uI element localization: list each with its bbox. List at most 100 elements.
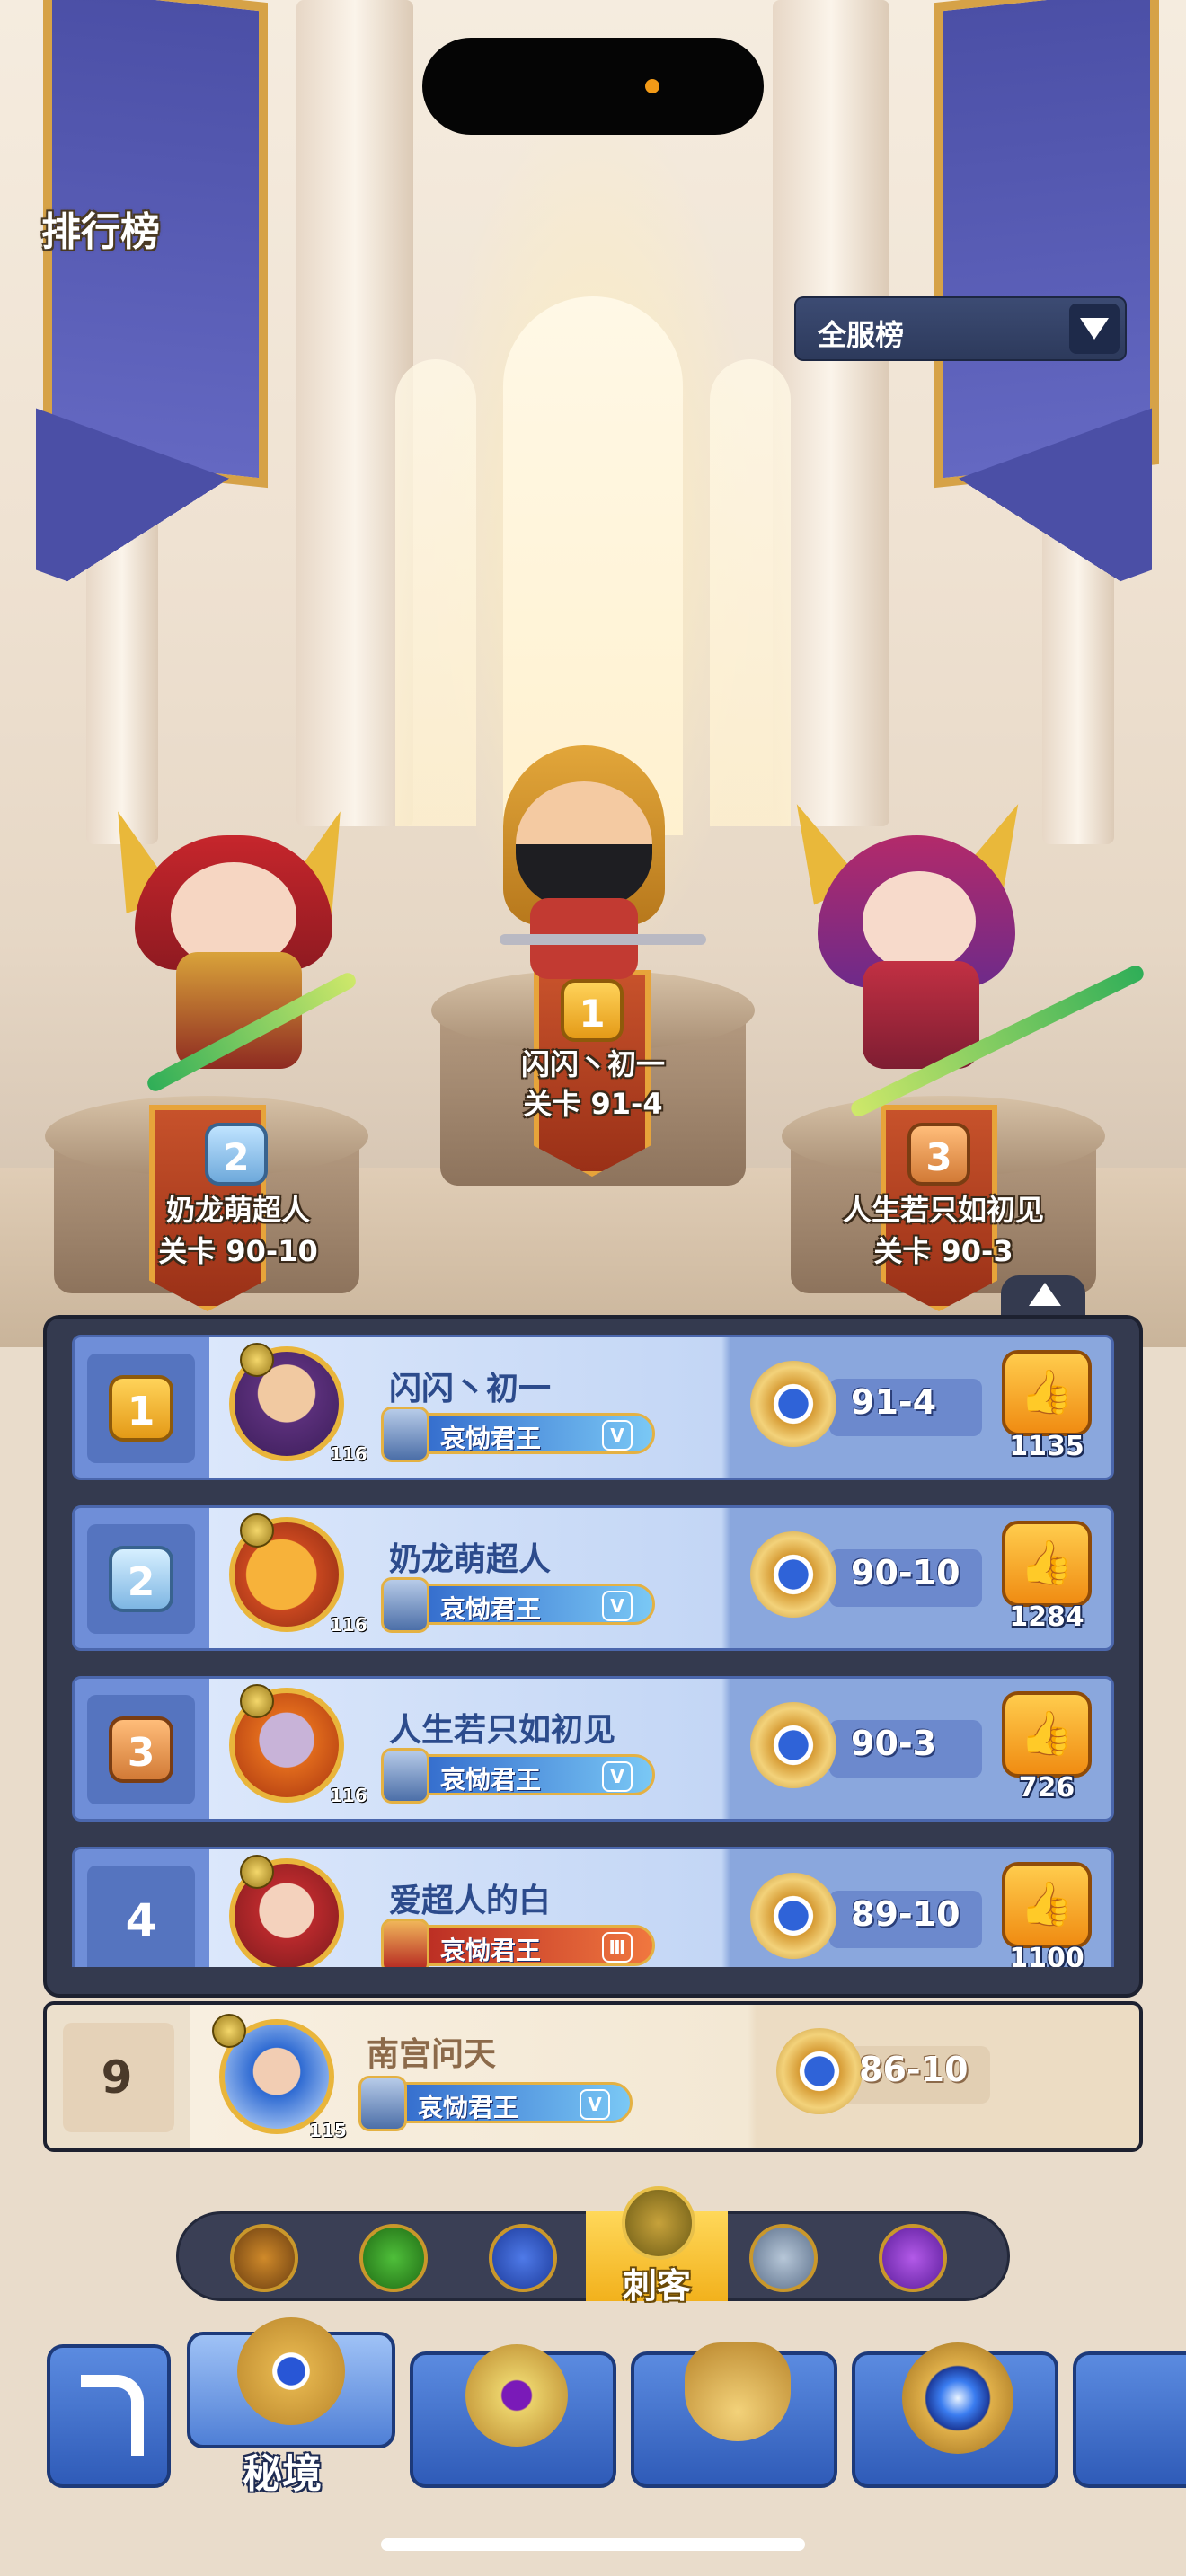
ranking-list[interactable]: 1 116 闪闪丶初一 哀恸君王 V 91-4 👍 1135 2 116 奶龙萌… xyxy=(70,1335,1118,1967)
nav-tab-secret-realm[interactable] xyxy=(187,2317,395,2448)
nav-tab-more[interactable] xyxy=(1073,2351,1186,2488)
void-eye-emblem-icon xyxy=(465,2344,568,2447)
privacy-indicator-dot xyxy=(645,79,659,93)
podium-name-2: 奶龙萌超人 xyxy=(165,1193,310,1227)
like-count: 726 xyxy=(1018,1772,1075,1804)
my-rank-row[interactable]: 9 115 南宫问天 哀恸君王 V 86-10 xyxy=(43,2001,1143,2152)
like-button[interactable]: 👍 xyxy=(1002,1862,1092,1948)
like-count: 1135 xyxy=(1009,1431,1084,1462)
player-name: 奶龙萌超人 xyxy=(389,1541,552,1578)
window-arch xyxy=(395,359,476,826)
podium-name-1: 闪闪丶初一 xyxy=(520,1047,665,1081)
return-arrow-icon xyxy=(81,2375,144,2456)
tab-summoner-spirit-icon[interactable] xyxy=(879,2224,947,2292)
tab-assassin-blade-icon[interactable] xyxy=(622,2186,695,2260)
tab-archer-bow-icon[interactable] xyxy=(359,2224,428,2292)
title-tier: V xyxy=(602,1591,633,1621)
title-plate: 哀恸君王 V xyxy=(358,2076,633,2131)
like-count: 1100 xyxy=(1009,1943,1084,1967)
title-text: 哀恸君王 xyxy=(440,1594,542,1624)
table-row[interactable]: 3 116 人生若只如初见 哀恸君王 V 90-3 👍 726 xyxy=(72,1676,1114,1822)
banner-right xyxy=(934,0,1159,489)
stage-value: 90-10 xyxy=(851,1553,960,1592)
rank-badge-silver: 2 xyxy=(109,1546,173,1612)
player-name: 南宫问天 xyxy=(367,2036,497,2073)
server-rank-dropdown[interactable]: 全服榜 xyxy=(794,296,1127,361)
stage-eye-emblem-icon xyxy=(750,1873,836,1959)
nav-tab-void-eye[interactable] xyxy=(410,2344,616,2488)
podium-stage-2: 关卡 90-10 xyxy=(158,1234,318,1268)
tab-warrior-axe-icon[interactable] xyxy=(230,2224,298,2292)
thumbs-up-icon: 👍 xyxy=(1020,1879,1074,1929)
avatar-level: 116 xyxy=(330,1443,367,1465)
title-tier: V xyxy=(602,1420,633,1451)
rank-cell: 9 xyxy=(63,2023,174,2132)
stage-eye-emblem-icon xyxy=(750,1531,836,1618)
podium-stage-3: 关卡 90-3 xyxy=(873,1234,1013,1268)
like-button[interactable]: 👍 xyxy=(1002,1691,1092,1778)
stage-value: 86-10 xyxy=(859,2050,969,2089)
rank-cell: 4 xyxy=(87,1866,195,1967)
title-tier: V xyxy=(580,2089,610,2120)
rank-cell: 2 xyxy=(87,1524,195,1634)
title-emblem-icon xyxy=(381,1407,429,1462)
nav-tab-crown[interactable] xyxy=(631,2342,837,2488)
tab-assassin-label[interactable]: 刺客 xyxy=(586,2258,728,2307)
like-button[interactable]: 👍 xyxy=(1002,1521,1092,1607)
title-plate: 哀恸君王 V xyxy=(381,1748,655,1804)
trophy-icon xyxy=(240,1855,274,1889)
crown-emblem-icon xyxy=(685,2342,791,2441)
rank-badge-bronze: 3 xyxy=(109,1716,173,1783)
stage-value: 90-3 xyxy=(851,1724,937,1763)
like-button[interactable]: 👍 xyxy=(1002,1350,1092,1436)
nav-active-label: 秘境 xyxy=(243,2451,322,2497)
podium-rank-badge-1: 1 xyxy=(561,979,624,1042)
avatar-level: 116 xyxy=(330,1614,367,1636)
title-plate: 哀恸君王 Ⅲ xyxy=(381,1919,655,1967)
table-row[interactable]: 2 116 奶龙萌超人 哀恸君王 V 90-10 👍 1284 xyxy=(72,1505,1114,1651)
title-text: 哀恸君王 xyxy=(418,2093,519,2122)
dynamic-island xyxy=(422,38,764,135)
tab-mage-staff-icon[interactable] xyxy=(489,2224,557,2292)
like-count: 1284 xyxy=(1009,1601,1084,1633)
podium-stage-1: 关卡 91-4 xyxy=(523,1087,663,1121)
rank-badge-gold: 1 xyxy=(109,1375,173,1442)
player-name: 闪闪丶初一 xyxy=(389,1371,552,1407)
title-plate: 哀恸君王 V xyxy=(381,1577,655,1633)
title-text: 哀恸君王 xyxy=(440,1936,542,1965)
home-indicator[interactable] xyxy=(381,2538,805,2551)
title-emblem-icon xyxy=(358,2076,407,2131)
trophy-icon xyxy=(212,2014,246,2048)
podium-name-3: 人生若只如初见 xyxy=(842,1193,1044,1227)
table-row[interactable]: 4 爱超人的白 哀恸君王 Ⅲ 89-10 👍 1100 xyxy=(72,1847,1114,1967)
avatar-level: 115 xyxy=(309,2120,347,2141)
window-arch xyxy=(710,359,791,826)
star-compass-emblem-icon xyxy=(902,2342,1013,2454)
chevron-up-icon xyxy=(1029,1283,1061,1306)
rank-cell: 1 xyxy=(87,1354,195,1463)
table-row[interactable]: 1 116 闪闪丶初一 哀恸君王 V 91-4 👍 1135 xyxy=(72,1335,1114,1480)
thumbs-up-icon: 👍 xyxy=(1020,1538,1074,1588)
title-plate: 哀恸君王 V xyxy=(381,1407,655,1462)
title-emblem-icon xyxy=(381,1577,429,1633)
title-text: 哀恸君王 xyxy=(440,1424,542,1453)
stage-eye-emblem-icon xyxy=(750,1702,836,1788)
dropdown-label: 全服榜 xyxy=(818,318,905,352)
rank-number: 4 xyxy=(125,1894,157,1946)
thumbs-up-icon: 👍 xyxy=(1020,1367,1074,1417)
secret-realm-emblem-icon xyxy=(237,2317,345,2425)
stage-eye-emblem-icon xyxy=(776,2028,863,2114)
rank-cell: 3 xyxy=(87,1695,195,1804)
thumbs-up-icon: 👍 xyxy=(1020,1708,1074,1759)
nav-tab-star-compass[interactable] xyxy=(852,2342,1058,2488)
trophy-icon xyxy=(240,1684,274,1718)
title-text: 哀恸君王 xyxy=(440,1765,542,1795)
dropdown-toggle[interactable] xyxy=(1069,304,1120,354)
chevron-down-icon xyxy=(1080,318,1109,340)
hero-ninja-weapon xyxy=(500,934,706,945)
tab-priest-cross-icon[interactable] xyxy=(749,2224,818,2292)
back-button[interactable] xyxy=(47,2344,171,2488)
stage-eye-emblem-icon xyxy=(750,1361,836,1447)
title-emblem-icon xyxy=(381,1919,429,1967)
avatar-level: 116 xyxy=(330,1785,367,1806)
